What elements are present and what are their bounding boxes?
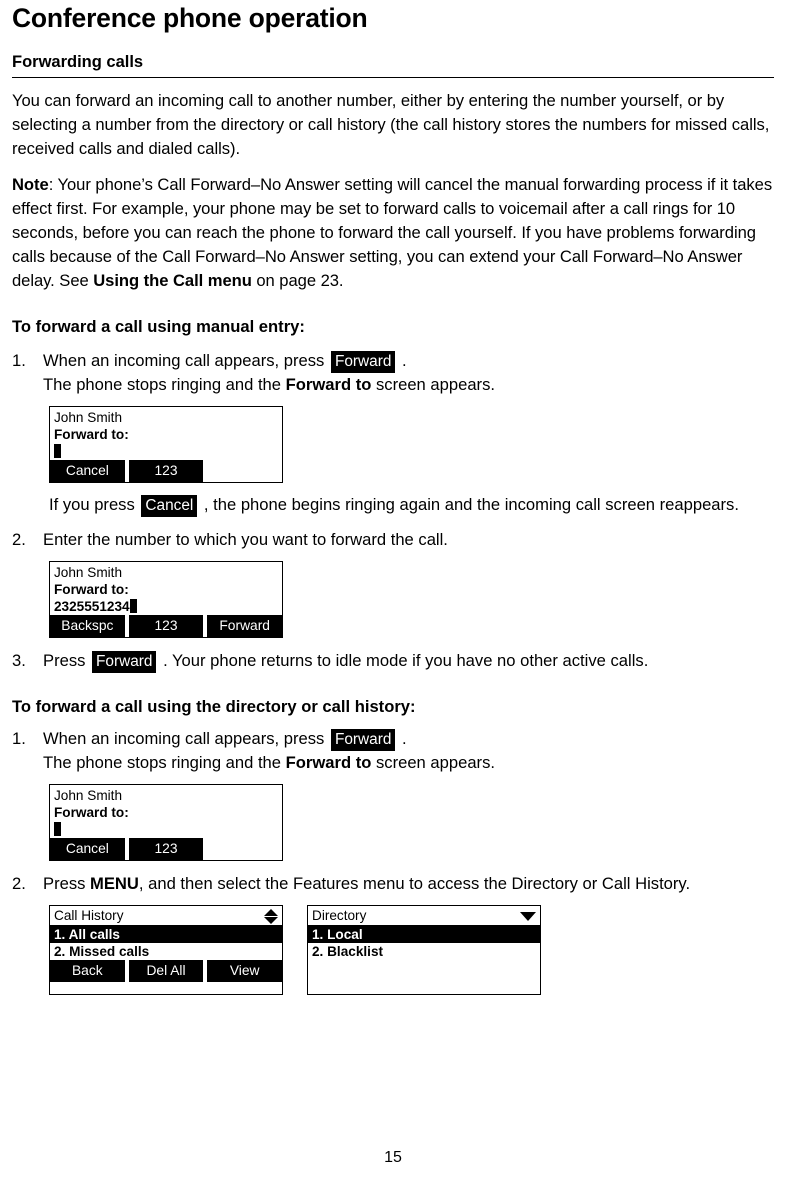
page-title: Conference phone operation [12,3,368,33]
softkey-badge-forward[interactable]: Forward [92,651,157,674]
cancel-note-before: If you press [49,495,140,515]
step-directory-2: 2. Press MENU, and then select the Featu… [12,872,774,896]
lcd-entry-line: 2325551234 [50,598,282,615]
lcd-prompt: Forward to: [54,582,129,598]
step-number: 2. [12,874,26,894]
step-text: Enter the number to which you want to fo… [43,530,448,550]
step-manual-2: 2. Enter the number to which you want to… [12,528,774,552]
text-cursor-icon [54,444,61,459]
softkey-123[interactable]: 123 [128,615,204,638]
step-manual-3: 3. Press Forward . Your phone returns to… [12,649,774,674]
step-number: 3. [12,651,26,671]
step-text: Press Forward . Your phone returns to id… [43,649,774,674]
softkey-cancel[interactable]: Cancel [50,838,125,861]
lcd-softkey-bar: Cancel 123 [50,460,283,483]
down-arrow-icon [520,911,536,921]
lcd-prompt: Forward to: [54,805,129,821]
softkey-empty [207,838,283,861]
text-cursor-icon [129,599,137,614]
note-text-part2: on page 23. [251,271,344,291]
step-text-before: When an incoming call appears, press [43,728,329,748]
step-number: 2. [12,530,26,550]
lcd-list-item-selected[interactable]: 1. All calls [50,926,282,944]
softkey-del-all[interactable]: Del All [128,960,204,983]
lcd-prompt: Forward to: [54,427,129,443]
step-manual-1: 1. When an incoming call appears, press … [12,349,774,397]
softkey-123[interactable]: 123 [128,838,204,861]
lcd-entry-line [50,821,282,838]
lcd-list-item-selected[interactable]: 1. Local [308,926,540,944]
lcd-screen-forward-empty-1: John Smith Forward to: Cancel 123 [49,406,283,484]
lcd-empty-row [308,960,540,977]
note-cross-reference: Using the Call menu [93,271,252,291]
lcd-title-row: Call History [50,906,282,927]
step-text: When an incoming call appears, press For… [43,727,774,775]
step-line2-bold: Forward to [285,374,372,394]
step-text-after: . Your phone returns to idle mode if you… [158,651,649,671]
lcd-title: Call History [54,908,124,924]
step-text-before: Press [43,651,91,671]
step-text-after: . [397,728,407,748]
lcd-caller-name: John Smith [54,410,123,426]
section-heading: Forwarding calls [12,53,144,71]
lcd-list-item[interactable]: 2. Blacklist [308,943,540,960]
step-line2-bold: Forward to [285,752,372,772]
step-text-before: Press [43,874,91,894]
section-divider [12,77,774,78]
step-line2-after: screen appears. [371,374,495,394]
step-number: 1. [12,728,26,748]
softkey-back[interactable]: Back [50,960,125,983]
softkey-empty [207,460,283,483]
step-text-before: When an incoming call appears, press [43,350,329,370]
menu-key-label: MENU [90,874,139,894]
up-down-arrow-icon [264,908,278,924]
lcd-list-item[interactable]: 2. Missed calls [50,943,282,960]
step-number: 1. [12,350,26,370]
lcd-empty-row [308,977,540,994]
note-paragraph: Note: Your phone’s Call Forward–No Answe… [12,173,774,294]
softkey-123[interactable]: 123 [128,460,204,483]
text-cursor-icon [54,822,61,837]
lcd-screen-call-history: Call History 1. All calls 2. Missed call… [49,905,283,996]
lcd-caller-name: John Smith [54,788,123,804]
softkey-view[interactable]: View [207,960,283,983]
step-line2-before: The phone stops ringing and the [43,374,286,394]
note-label: Note [12,174,49,194]
lcd-screen-forward-empty-2: John Smith Forward to: Cancel 123 [49,784,283,862]
page-number: 15 [384,1149,402,1166]
lcd-caller-name: John Smith [54,565,123,581]
lcd-entry-value: 2325551234 [54,599,130,615]
intro-paragraph: You can forward an incoming call to anot… [12,91,770,159]
softkey-cancel[interactable]: Cancel [50,460,125,483]
lcd-entry-line [50,443,282,460]
step-text-after: . [397,350,407,370]
cancel-note-paragraph: If you press Cancel , the phone begins r… [49,493,774,518]
step-text: When an incoming call appears, press For… [43,349,774,397]
lcd-title-row: Directory [308,906,540,927]
lcd-softkey-bar: Backspc 123 Forward [50,615,283,638]
softkey-badge-forward[interactable]: Forward [330,350,396,373]
step-line2-before: The phone stops ringing and the [43,752,286,772]
step-directory-1: 1. When an incoming call appears, press … [12,727,774,775]
lcd-softkey-bar: Back Del All View [50,960,283,983]
lcd-softkey-bar: Cancel 123 [50,838,283,861]
lcd-screen-directory: Directory 1. Local 2. Blacklist [307,905,541,996]
softkey-backspc[interactable]: Backspc [50,615,125,638]
step-line2-after: screen appears. [371,752,495,772]
lcd-title: Directory [312,908,367,924]
softkey-badge-cancel[interactable]: Cancel [141,495,198,518]
step-text: Press MENU, and then select the Features… [43,872,774,896]
softkey-forward[interactable]: Forward [207,615,283,638]
cancel-note-after: , the phone begins ringing again and the… [199,495,739,515]
softkey-badge-forward[interactable]: Forward [330,728,396,751]
procedure-heading-manual-entry: To forward a call using manual entry: [12,316,305,336]
document-page: Conference phone operation Forwarding ca… [0,0,786,1182]
lcd-screen-forward-filled: John Smith Forward to: 2325551234 Backsp… [49,561,283,639]
step-text-after: , and then select the Features menu to a… [138,874,691,894]
procedure-heading-directory: To forward a call using the directory or… [12,696,416,716]
lcd-screen-pair: Call History 1. All calls 2. Missed call… [49,905,774,996]
